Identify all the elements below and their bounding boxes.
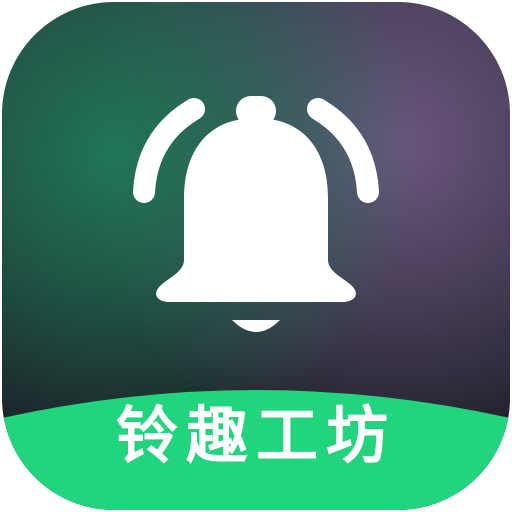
- app-icon[interactable]: 铃趣工坊: [2, 2, 510, 510]
- app-title: 铃趣工坊: [115, 399, 396, 472]
